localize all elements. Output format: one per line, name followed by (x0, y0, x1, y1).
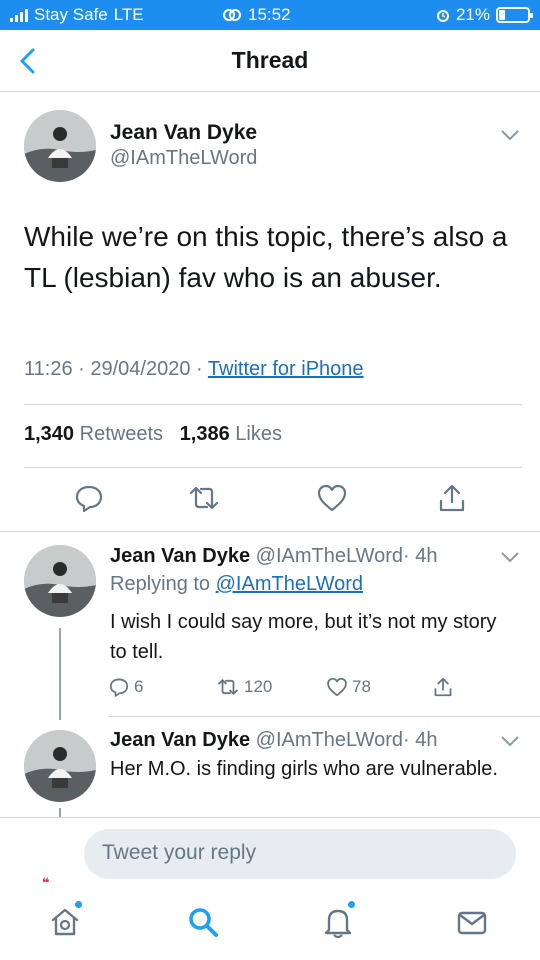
reply-header: Jean Van Dyke @IAmTheLWord· 4h (110, 545, 438, 568)
alarm-icon (436, 10, 449, 22)
reply-reply-action[interactable]: 6 (108, 674, 143, 700)
reply-share-action[interactable] (432, 674, 454, 700)
like-count: 78 (352, 677, 371, 696)
author-name[interactable]: Jean Van Dyke (110, 121, 257, 145)
retweets-label: Retweets (79, 423, 163, 445)
reply-count: 6 (134, 677, 144, 696)
tweet-source-link[interactable]: Twitter for iPhone (208, 358, 364, 380)
retweets-stat[interactable]: 1,340 Retweets (24, 423, 163, 445)
search-icon[interactable] (186, 905, 220, 939)
page-title: Thread (231, 47, 309, 73)
status-time: 15:52 (248, 5, 291, 24)
chevron-down-icon[interactable] (500, 128, 520, 142)
reply-text: I wish I could say more, but it’s not my… (110, 611, 497, 663)
tweet-stats: 1,340 Retweets 1,386 Likes (24, 423, 282, 446)
status-left: Stay Safe LTE (10, 5, 144, 25)
network-type: LTE (113, 5, 144, 24)
likes-stat[interactable]: 1,386 Likes (180, 423, 282, 445)
likes-count: 1,386 (179, 423, 230, 445)
retweets-count: 1,340 (24, 423, 75, 445)
like-icon (327, 677, 347, 697)
tweet-date: 29/04/2020 (90, 358, 191, 380)
chevron-down-icon[interactable] (500, 550, 520, 564)
like-icon[interactable] (316, 482, 348, 514)
reply-icon (109, 678, 129, 697)
avatar-image (24, 110, 96, 182)
home-notification-dot (75, 901, 82, 908)
meta-separator: · (196, 358, 203, 380)
reply-author-name[interactable]: Jean Van Dyke (110, 729, 250, 751)
divider (24, 404, 522, 405)
tweet-text: While we’re on this topic, there’s also … (24, 221, 508, 293)
retweet-icon[interactable] (188, 482, 220, 514)
avatar[interactable] (24, 110, 96, 182)
status-right: 21% (436, 5, 533, 25)
avatar-image (24, 545, 96, 617)
reply-header: Jean Van Dyke @IAmTheLWord· 4h (110, 729, 438, 752)
likes-label: Likes (235, 423, 282, 445)
divider (0, 531, 540, 532)
navigation-bar: Thread (0, 30, 540, 92)
share-icon[interactable] (436, 482, 468, 514)
home-icon[interactable] (48, 905, 82, 939)
tweet-time: 11:26 (24, 358, 73, 380)
status-bar: Stay Safe LTE 15:52 21% (0, 0, 540, 30)
retweet-count: 120 (244, 677, 273, 696)
replying-to-link[interactable]: @IAmTheLWord (216, 573, 363, 595)
battery-icon (496, 7, 533, 23)
replying-to: Replying to @IAmTheLWord (110, 573, 363, 596)
retweet-icon (218, 679, 238, 695)
avatar[interactable] (24, 730, 96, 802)
divider (108, 716, 540, 717)
tweet-meta: 11:26 · 29/04/2020 · Twitter for iPhone (24, 358, 364, 381)
messages-icon[interactable] (455, 905, 489, 939)
reply-retweet-action[interactable]: 120 (216, 674, 272, 700)
avatar-image (24, 730, 96, 802)
reply-author-name[interactable]: Jean Van Dyke (110, 545, 250, 567)
replying-label: Replying to (110, 573, 211, 595)
reply-age: · 4h (403, 545, 438, 567)
reply-author-handle[interactable]: @IAmTheLWord (256, 729, 403, 751)
reply-text: Her M.O. is finding girls who are vulner… (110, 758, 498, 780)
divider (24, 467, 522, 468)
author-handle[interactable]: @IAmTheLWord (110, 147, 257, 170)
reply-age: · 4h (403, 729, 438, 751)
link-icon (223, 9, 241, 21)
status-center: 15:52 (222, 5, 291, 25)
battery-fill (499, 10, 505, 20)
battery-percent: 21% (455, 5, 490, 24)
notifications-icon[interactable] (321, 905, 355, 939)
notifications-dot (348, 901, 355, 908)
reply-icon[interactable] (73, 482, 105, 514)
carrier-name: Stay Safe (34, 5, 108, 24)
meta-separator: · (78, 358, 85, 380)
reply-author-handle[interactable]: @IAmTheLWord (256, 545, 403, 567)
reply-like-action[interactable]: 78 (326, 674, 371, 700)
thread-line (59, 628, 61, 720)
signal-icon (10, 8, 28, 22)
chevron-down-icon[interactable] (500, 734, 520, 748)
share-icon (434, 677, 452, 697)
quote-icon: ❝ (42, 875, 50, 890)
reply-input[interactable]: Tweet your reply (84, 829, 516, 879)
avatar[interactable] (24, 545, 96, 617)
